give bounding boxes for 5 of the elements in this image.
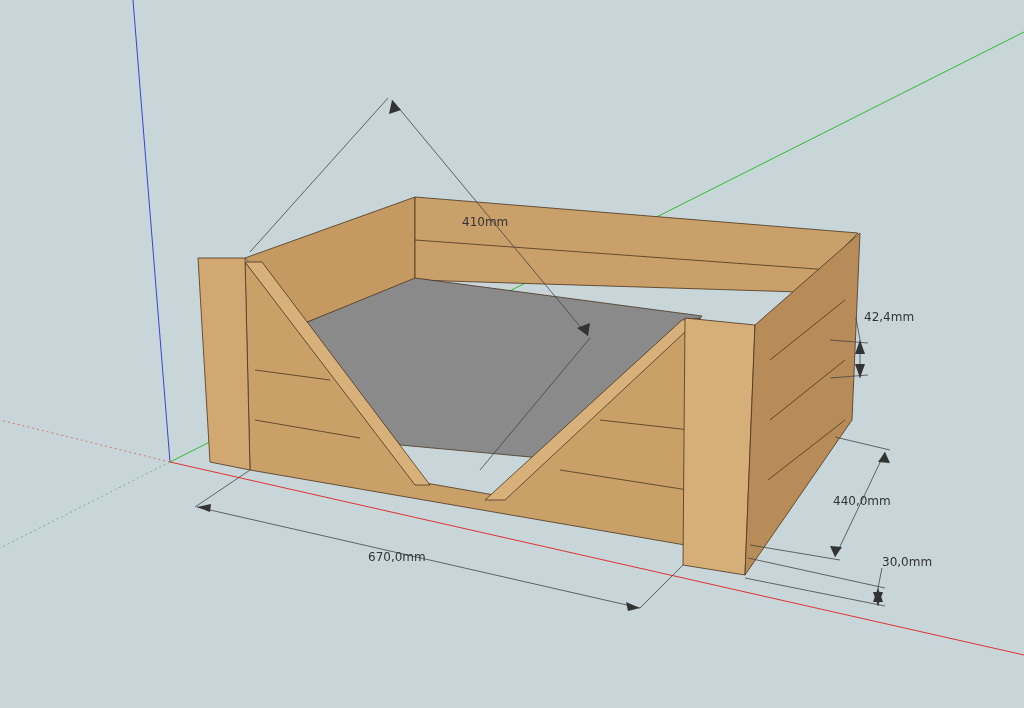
dimension-label: 30,0mm: [882, 555, 933, 569]
dimension-label: 440,0mm: [833, 494, 891, 508]
dimension-label: 42,4mm: [864, 310, 915, 324]
dimension-label: 410mm: [462, 215, 509, 229]
dimension-label: 670,0mm: [368, 550, 426, 564]
